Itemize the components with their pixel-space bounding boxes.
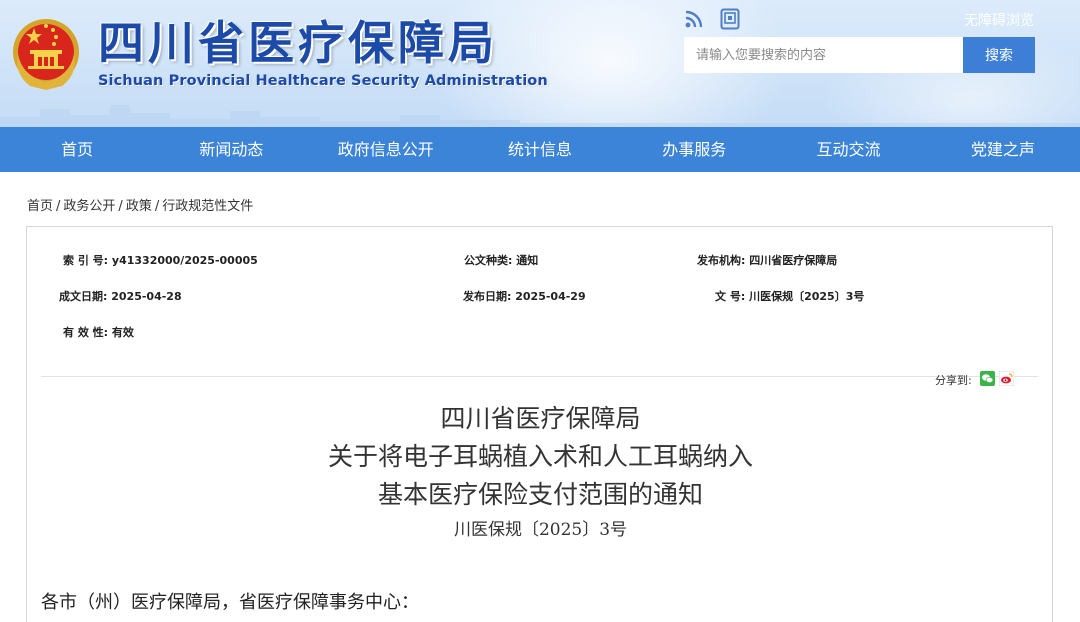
nav-item-party[interactable]: 党建之声: [926, 127, 1080, 172]
site-title-en: Sichuan Provincial Healthcare Security A…: [98, 73, 548, 89]
breadcrumb-link-policy[interactable]: 政策: [126, 199, 152, 214]
nav-item-news[interactable]: 新闻动态: [154, 127, 308, 172]
nav-item-services[interactable]: 办事服务: [617, 127, 771, 172]
skyline-decoration: [0, 105, 1080, 127]
wechat-icon[interactable]: [980, 371, 995, 386]
emblem-icon: [13, 19, 79, 90]
nav-item-statistics[interactable]: 统计信息: [463, 127, 617, 172]
rss-icon[interactable]: [684, 9, 704, 29]
meta-docno-label: 文 号:: [715, 290, 746, 303]
meta-created-value: 2025-04-28: [111, 290, 182, 303]
document-title-line-3: 基本医疗保险支付范围的通知: [377, 480, 703, 509]
document-title-line-1: 四川省医疗保障局: [440, 404, 641, 433]
meta-issuer: 发布机构: 四川省医疗保障局: [697, 252, 837, 268]
meta-issuer-value: 四川省医疗保障局: [749, 254, 838, 267]
document-salutation: 各市（州）医疗保障局，省医疗保障事务中心：: [41, 592, 419, 613]
nav-item-home[interactable]: 首页: [0, 127, 154, 172]
main-nav: 首页 新闻动态 政府信息公开 统计信息 办事服务 互动交流 党建之声: [0, 127, 1080, 172]
meta-index-label: 索 引 号:: [63, 254, 109, 267]
breadcrumb-separator: /: [118, 199, 123, 214]
breadcrumb-separator: /: [56, 199, 61, 214]
meta-index-value: y41332000/2025-00005: [111, 254, 258, 267]
breadcrumb-link-gov-affairs[interactable]: 政务公开: [63, 199, 115, 214]
share-label: 分享到:: [935, 374, 972, 387]
meta-created-label: 成文日期:: [59, 290, 108, 303]
meta-validity: 有 效 性: 有效: [63, 324, 134, 340]
meta-created-date: 成文日期: 2025-04-28: [59, 288, 182, 304]
weibo-icon[interactable]: [999, 371, 1014, 386]
meta-category: 公文种类: 通知: [464, 252, 538, 268]
meta-published-label: 发布日期:: [463, 290, 512, 303]
breadcrumb-link-normative-docs[interactable]: 行政规范性文件: [162, 199, 253, 214]
document-number: 川医保规〔2025〕3号: [453, 520, 628, 540]
mobile-icon[interactable]: [720, 8, 740, 30]
search-input[interactable]: [684, 37, 963, 73]
meta-divider: [41, 376, 1038, 377]
meta-published-value: 2025-04-29: [515, 290, 586, 303]
meta-issuer-label: 发布机构:: [697, 254, 746, 267]
meta-published-date: 发布日期: 2025-04-29: [463, 288, 586, 304]
meta-category-value: 通知: [516, 254, 539, 267]
breadcrumb-separator: /: [154, 199, 160, 214]
meta-docno-value: 川医保规〔2025〕3号: [749, 290, 865, 303]
meta-validity-label: 有 效 性:: [63, 326, 109, 339]
meta-validity-value: 有效: [111, 326, 134, 339]
nav-item-interaction[interactable]: 互动交流: [771, 127, 925, 172]
breadcrumb: 首页 / 政务公开 / 政策 / 行政规范性文件: [27, 195, 253, 214]
document-title-line-2: 关于将电子耳蜗植入术和人工耳蜗纳入: [327, 442, 753, 471]
meta-category-label: 公文种类:: [464, 254, 513, 267]
site-header: 四川省医疗保障局 Sichuan Provincial Healthcare S…: [0, 0, 1080, 127]
nav-item-info-disclosure[interactable]: 政府信息公开: [309, 127, 463, 172]
search-button[interactable]: 搜索: [963, 37, 1035, 73]
accessibility-link[interactable]: 无障碍浏览: [964, 10, 1034, 30]
breadcrumb-link-home[interactable]: 首页: [27, 199, 53, 214]
site-title-cn: 四川省医疗保障局: [98, 16, 498, 70]
meta-doc-number: 文 号: 川医保规〔2025〕3号: [715, 288, 864, 304]
article-container: 索 引 号: y41332000/2025-00005 公文种类: 通知 发布机…: [26, 226, 1053, 622]
meta-index: 索 引 号: y41332000/2025-00005: [63, 252, 258, 268]
